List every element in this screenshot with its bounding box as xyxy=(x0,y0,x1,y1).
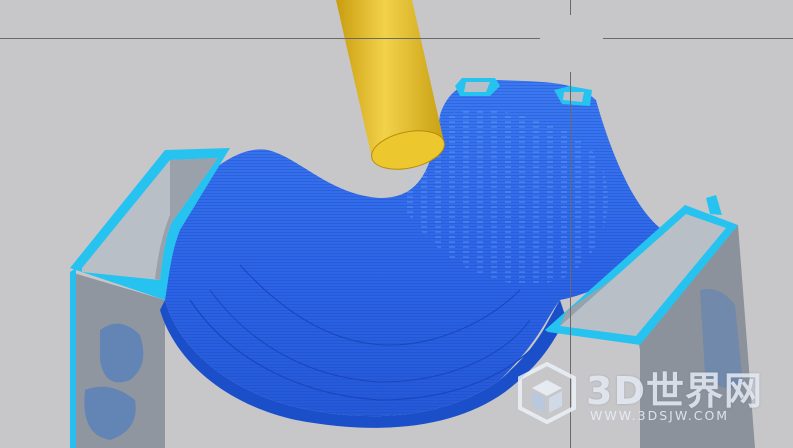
watermark: 3D世界网 WWW.3DSJW.COM xyxy=(508,358,783,428)
watermark-brand: 3D世界网 xyxy=(586,369,763,413)
crosshair-vertical-top xyxy=(570,0,571,15)
cam-viewport[interactable]: 3D世界网 WWW.3DSJW.COM xyxy=(0,0,793,448)
right-rim-lip xyxy=(706,195,722,215)
crosshair-horizontal-left xyxy=(0,38,540,39)
crosshair-horizontal-right xyxy=(603,38,793,39)
left-wall-edge xyxy=(70,268,76,448)
cube-logo-icon xyxy=(518,361,576,425)
top-tab-left-inner xyxy=(464,82,490,92)
watermark-url: WWW.3DSJW.COM xyxy=(590,408,730,423)
